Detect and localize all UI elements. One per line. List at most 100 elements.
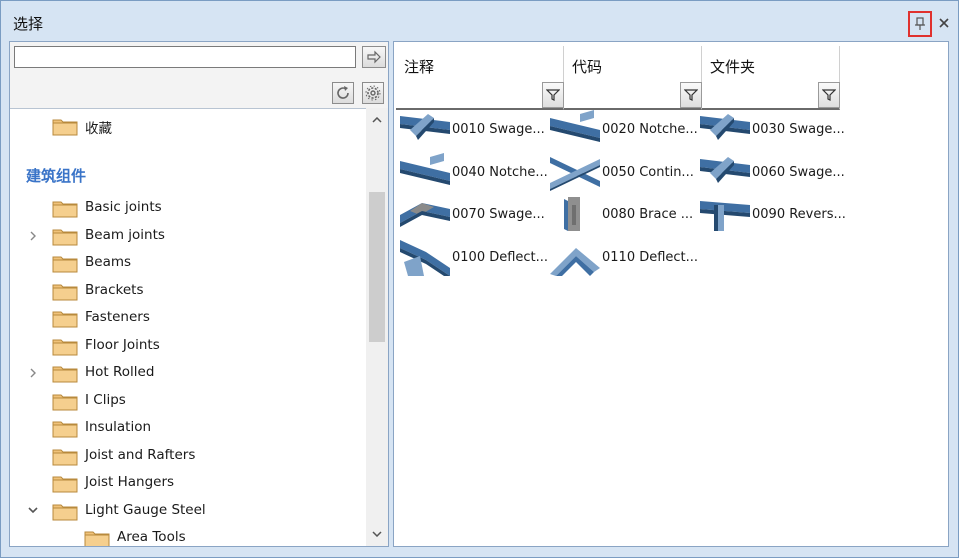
tree-item[interactable]: Joist and Rafters <box>10 443 366 469</box>
tree-item-label: Basic joints <box>85 199 162 215</box>
refresh-icon <box>337 86 349 99</box>
component-thumbnail-icon <box>550 110 600 148</box>
component-label: 0060 Swage... <box>752 164 845 180</box>
tree-item-label: Beams <box>85 254 132 270</box>
column-header-folder[interactable]: 文件夹 <box>702 46 840 110</box>
component-label: 0030 Swage... <box>752 122 845 137</box>
component-thumbnail-icon <box>400 152 450 191</box>
search-input[interactable] <box>14 46 356 68</box>
tree-item[interactable]: I Clips <box>10 388 366 414</box>
component-thumbnail-icon <box>400 238 450 276</box>
chevron-down-icon[interactable] <box>26 504 40 518</box>
tree-item[interactable]: Fasteners <box>10 305 366 331</box>
folder-icon <box>52 198 78 218</box>
group-header: 建筑组件 <box>26 167 87 185</box>
component-label: 0100 Deflect... <box>452 249 549 265</box>
folder-icon <box>52 116 78 136</box>
tree-item[interactable]: Joist Hangers <box>10 470 366 496</box>
pin-button[interactable] <box>908 11 932 37</box>
column-header-comment[interactable]: 注释 <box>396 46 564 110</box>
component-label: 0080 Brace ... <box>602 207 694 222</box>
arrow-right-icon <box>367 50 381 64</box>
tree-item[interactable]: Hot Rolled <box>10 360 366 386</box>
tree-item[interactable]: Insulation <box>10 415 366 441</box>
filter-icon <box>546 89 560 101</box>
filter-button[interactable] <box>542 82 564 108</box>
component-label: 0020 Notche... <box>602 122 698 137</box>
component-thumbnail-icon <box>550 195 600 233</box>
tree-item[interactable]: Light Gauge Steel <box>10 498 366 524</box>
pin-icon <box>915 17 925 30</box>
filter-button[interactable] <box>818 82 840 108</box>
component-item[interactable]: 0040 Notche... <box>394 152 548 193</box>
catalog-panel: 收藏 建筑组件 Basic joints Beam joints Beams Brac… <box>9 41 389 547</box>
component-thumbnail-icon <box>700 195 750 233</box>
tree-item[interactable]: Beams <box>10 250 366 276</box>
component-thumbnail-icon <box>550 153 600 191</box>
folder-icon <box>52 446 78 466</box>
settings-button[interactable] <box>362 82 384 104</box>
folder-icon <box>52 281 78 301</box>
component-label: 0010 Swage... <box>452 122 545 137</box>
component-label: 0040 Notche... <box>452 164 548 180</box>
component-label: 0070 Swage... <box>452 207 545 222</box>
component-grid: 0010 Swage... 0020 Notche... 0030 Swage...… <box>394 110 950 540</box>
folder-icon <box>52 501 78 521</box>
component-label: 0110 Deflect... <box>602 249 699 265</box>
tree-item-label: 收藏 <box>85 121 112 137</box>
chevron-right-icon[interactable] <box>26 366 40 380</box>
component-item[interactable]: 0030 Swage... <box>694 110 845 150</box>
tree-item[interactable]: Area Tools <box>10 525 366 546</box>
tree-item[interactable]: Brackets <box>10 278 366 304</box>
folder-icon <box>84 528 110 546</box>
component-item[interactable]: 0060 Swage... <box>694 153 845 193</box>
column-title: 文件夹 <box>710 58 756 76</box>
tree-item-label: Beam joints <box>85 226 165 243</box>
close-icon <box>939 18 949 28</box>
component-thumbnail-icon <box>400 110 450 148</box>
tree-item-label: Area Tools <box>117 529 186 545</box>
tree-item-label: Hot Rolled <box>85 364 155 380</box>
component-item[interactable]: 0080 Brace ... <box>544 195 694 235</box>
component-item[interactable]: 0020 Notche... <box>544 110 698 150</box>
tree-item[interactable]: Beam joints <box>10 223 366 249</box>
component-label: 0050 Contin... <box>602 164 694 180</box>
scroll-down-arrow-icon[interactable] <box>366 526 388 542</box>
scroll-thumb[interactable] <box>369 192 385 342</box>
refresh-button[interactable] <box>332 82 354 104</box>
chevron-right-icon[interactable] <box>26 229 40 243</box>
component-label: 0090 Revers... <box>752 207 846 222</box>
component-item[interactable]: 0010 Swage... <box>394 110 545 150</box>
folder-icon <box>52 308 78 328</box>
tree-item-label: Light Gauge Steel <box>85 501 206 518</box>
component-item[interactable]: 0050 Contin... <box>544 153 694 193</box>
gear-icon <box>365 85 381 101</box>
tree-item-label: Floor Joints <box>85 336 160 353</box>
component-thumbnail-icon <box>700 153 750 191</box>
folder-icon <box>52 363 78 383</box>
component-item[interactable]: 0090 Revers... <box>694 195 846 235</box>
components-panel: 注释 代码 文件夹 0010 Swage... 0020 Notche... 003… <box>393 41 949 547</box>
titlebar: 选择 <box>1 1 958 41</box>
scroll-up-arrow-icon[interactable] <box>366 112 388 128</box>
tree-item[interactable]: Floor Joints <box>10 333 366 359</box>
component-item[interactable]: 0110 Deflect... <box>544 238 698 278</box>
tree-scrollbar[interactable] <box>366 108 388 546</box>
close-button[interactable] <box>934 13 954 33</box>
column-header-code[interactable]: 代码 <box>564 46 702 110</box>
folder-icon <box>52 391 78 411</box>
tree-item-label: I Clips <box>85 391 126 408</box>
catalog-tree[interactable]: 收藏 建筑组件 Basic joints Beam joints Beams Brac… <box>10 108 366 546</box>
search-go-button[interactable] <box>362 46 386 68</box>
tree-item-label: Brackets <box>85 281 144 298</box>
tree-item-label: Fasteners <box>85 309 150 325</box>
component-thumbnail-icon <box>400 195 450 233</box>
component-thumbnail-icon <box>700 110 750 148</box>
tree-item[interactable]: Basic joints <box>10 195 366 221</box>
filter-button[interactable] <box>680 82 702 108</box>
component-item[interactable]: 0070 Swage... <box>394 195 545 235</box>
component-thumbnail-icon <box>550 238 600 276</box>
filter-icon <box>822 89 836 101</box>
component-item[interactable]: 0100 Deflect... <box>394 238 548 278</box>
tree-item-favorites[interactable]: 收藏 <box>10 113 366 139</box>
